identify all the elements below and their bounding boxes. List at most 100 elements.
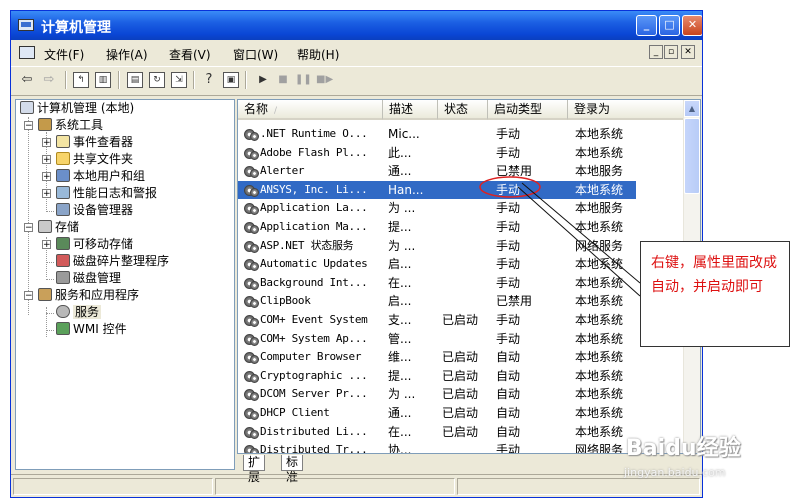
menu-file[interactable]: 文件(F): [44, 46, 84, 63]
tree-services-and-apps[interactable]: 服务和应用程序: [38, 287, 139, 304]
tree-local-users[interactable]: 本地用户和组: [56, 168, 145, 185]
annotation-callout: 右键，属性里面改成自动，并启动即可: [640, 241, 790, 347]
service-gears-icon: [244, 314, 260, 327]
column-header-name[interactable]: 名称 /: [238, 100, 383, 120]
column-header-startup-type[interactable]: 启动类型: [488, 100, 568, 120]
menu-window[interactable]: 窗口(W): [233, 46, 278, 63]
mdi-minimize-button[interactable]: _: [649, 45, 663, 59]
system-menu-icon[interactable]: [19, 46, 35, 59]
column-header-logon-as[interactable]: 登录为: [568, 100, 685, 120]
console-icon[interactable]: ▣: [223, 72, 239, 88]
expander-services-apps[interactable]: −: [24, 291, 33, 301]
cell-name: Alerter: [260, 164, 305, 178]
cell-name: DHCP Client: [260, 406, 330, 419]
table-row[interactable]: Automatic Updates 启... 手动 本地系统: [238, 255, 636, 274]
title-bar[interactable]: 计算机管理 _ □ ✕: [11, 11, 702, 40]
tab-extended[interactable]: 扩展: [243, 455, 266, 484]
table-row[interactable]: ANSYS, Inc. Li... Han... 手动 本地系统: [238, 180, 636, 200]
menu-bar: 文件(F) 操作(A) 查看(V) 窗口(W) 帮助(H) _ ▫ ✕: [11, 42, 702, 64]
tab-standard[interactable]: 标准: [281, 455, 304, 484]
table-row[interactable]: COM+ Event System 支... 已启动 手动 本地系统: [238, 311, 636, 330]
table-row[interactable]: ASP.NET 状态服务 为 ... 手动 网络服务: [238, 237, 636, 256]
tree-device-manager[interactable]: 设备管理器: [56, 202, 133, 219]
cell-startup: 自动: [496, 350, 521, 365]
mdi-restore-button[interactable]: ▫: [664, 45, 678, 59]
play-icon[interactable]: ▶: [255, 72, 271, 88]
cell-logon: 本地系统: [575, 406, 624, 420]
back-arrow-icon[interactable]: ⇦: [19, 72, 35, 88]
cell-startup: 手动: [496, 275, 521, 290]
expander-storage[interactable]: −: [24, 223, 33, 233]
table-row[interactable]: DCOM Server Pr... 为 ... 已启动 自动 本地系统: [238, 385, 636, 404]
column-header-status[interactable]: 状态: [438, 100, 488, 120]
table-row[interactable]: ClipBook 启... 已禁用 本地系统: [238, 292, 636, 311]
column-header-description[interactable]: 描述: [383, 100, 438, 120]
scroll-up-button[interactable]: ▲: [684, 100, 700, 117]
table-row[interactable]: Distributed Li... 在... 已启动 自动 本地系统: [238, 423, 636, 442]
tree-storage[interactable]: 存储: [38, 219, 79, 236]
table-row[interactable]: Application Ma... 提... 手动 本地系统: [238, 218, 636, 237]
export-icon[interactable]: ⇲: [171, 72, 187, 88]
tree-root[interactable]: 计算机管理 (本地): [20, 100, 134, 117]
cell-logon: 网络服务: [575, 238, 624, 253]
cell-startup: 手动: [496, 220, 521, 234]
cell-logon: 本地系统: [575, 368, 624, 383]
expander-event-viewer[interactable]: +: [42, 138, 51, 148]
status-segment: [13, 478, 213, 495]
show-tree-icon[interactable]: ▥: [95, 72, 111, 88]
expander-local-users[interactable]: +: [42, 172, 51, 182]
forward-arrow-icon[interactable]: ⇨: [41, 72, 57, 88]
tree-wmi[interactable]: WMI 控件: [56, 321, 127, 338]
refresh-icon[interactable]: ↻: [149, 72, 165, 88]
tree-shared-folders[interactable]: 共享文件夹: [56, 151, 133, 168]
table-row[interactable]: Adobe Flash Pl... 此... 手动 本地系统: [238, 144, 636, 163]
menu-help[interactable]: 帮助(H): [297, 46, 339, 63]
help-icon[interactable]: ?: [201, 72, 217, 88]
table-row[interactable]: Application La... 为 ... 手动 本地服务: [238, 199, 636, 218]
scroll-thumb[interactable]: [684, 118, 700, 194]
expander-shared-folders[interactable]: +: [42, 155, 51, 165]
users-icon: [56, 169, 70, 182]
tree-system-tools[interactable]: 系统工具: [38, 117, 103, 134]
table-row[interactable]: Computer Browser 维... 已启动 自动 本地系统: [238, 348, 636, 367]
expander-system-tools[interactable]: −: [24, 121, 33, 131]
cell-desc: 维...: [388, 350, 412, 365]
table-row[interactable]: Alerter 通... 已禁用 本地服务: [238, 162, 636, 181]
services-list[interactable]: 名称 / 描述 状态 启动类型 登录为 .NET Runtime O... Mic.…: [237, 99, 701, 454]
properties-icon[interactable]: ▤: [127, 72, 143, 88]
tree-event-viewer[interactable]: 事件查看器: [56, 134, 133, 151]
tree-disk-management[interactable]: 磁盘管理: [56, 270, 121, 287]
expander-perf-logs[interactable]: +: [42, 189, 51, 199]
close-button[interactable]: ✕: [682, 15, 702, 36]
up-folder-icon[interactable]: ↰: [73, 72, 89, 88]
cell-desc: 支...: [388, 313, 412, 327]
console-tree[interactable]: 计算机管理 (本地) − 系统工具 + 事件查看器 + 共享文件夹 + 本地用户…: [15, 99, 235, 470]
mdi-close-button[interactable]: ✕: [681, 45, 695, 59]
tree-services[interactable]: 服务: [56, 304, 102, 321]
table-row[interactable]: .NET Runtime O... Mic... 手动 本地系统: [238, 125, 636, 144]
tree-defrag[interactable]: 磁盘碎片整理程序: [56, 253, 169, 270]
service-gears-icon: [244, 444, 260, 453]
cell-startup: 手动: [496, 201, 521, 216]
table-row[interactable]: Cryptographic ... 提... 已启动 自动 本地系统: [238, 367, 636, 386]
maximize-button[interactable]: □: [659, 15, 680, 36]
minimize-button[interactable]: _: [636, 15, 657, 36]
cell-logon: 本地系统: [575, 313, 624, 327]
pause-icon[interactable]: ❚❚: [295, 72, 312, 88]
menu-action[interactable]: 操作(A): [106, 46, 148, 63]
cell-startup: 自动: [496, 424, 521, 439]
table-row[interactable]: DHCP Client 通... 已启动 自动 本地系统: [238, 404, 636, 423]
service-gears-icon: [244, 184, 260, 197]
tree-removable-storage[interactable]: 可移动存储: [56, 236, 133, 253]
toolbar: ⇦ ⇨ ↰ ▥ ▤ ↻ ⇲ ? ▣ ▶ ■ ❚❚ ■▶: [11, 66, 702, 96]
table-row[interactable]: Distributed Tr... 协... 手动 网络服务: [238, 441, 636, 453]
menu-view[interactable]: 查看(V): [169, 46, 211, 63]
restart-icon[interactable]: ■▶: [316, 72, 333, 88]
services-gear-icon: [56, 305, 70, 318]
table-row[interactable]: Background Int... 在... 手动 本地系统: [238, 274, 636, 293]
cell-desc: 管...: [388, 331, 412, 346]
tree-perf-logs[interactable]: 性能日志和警报: [56, 185, 157, 202]
table-row[interactable]: COM+ System Ap... 管... 手动 本地系统: [238, 330, 636, 349]
expander-removable[interactable]: +: [42, 240, 51, 250]
stop-icon[interactable]: ■: [275, 72, 291, 88]
